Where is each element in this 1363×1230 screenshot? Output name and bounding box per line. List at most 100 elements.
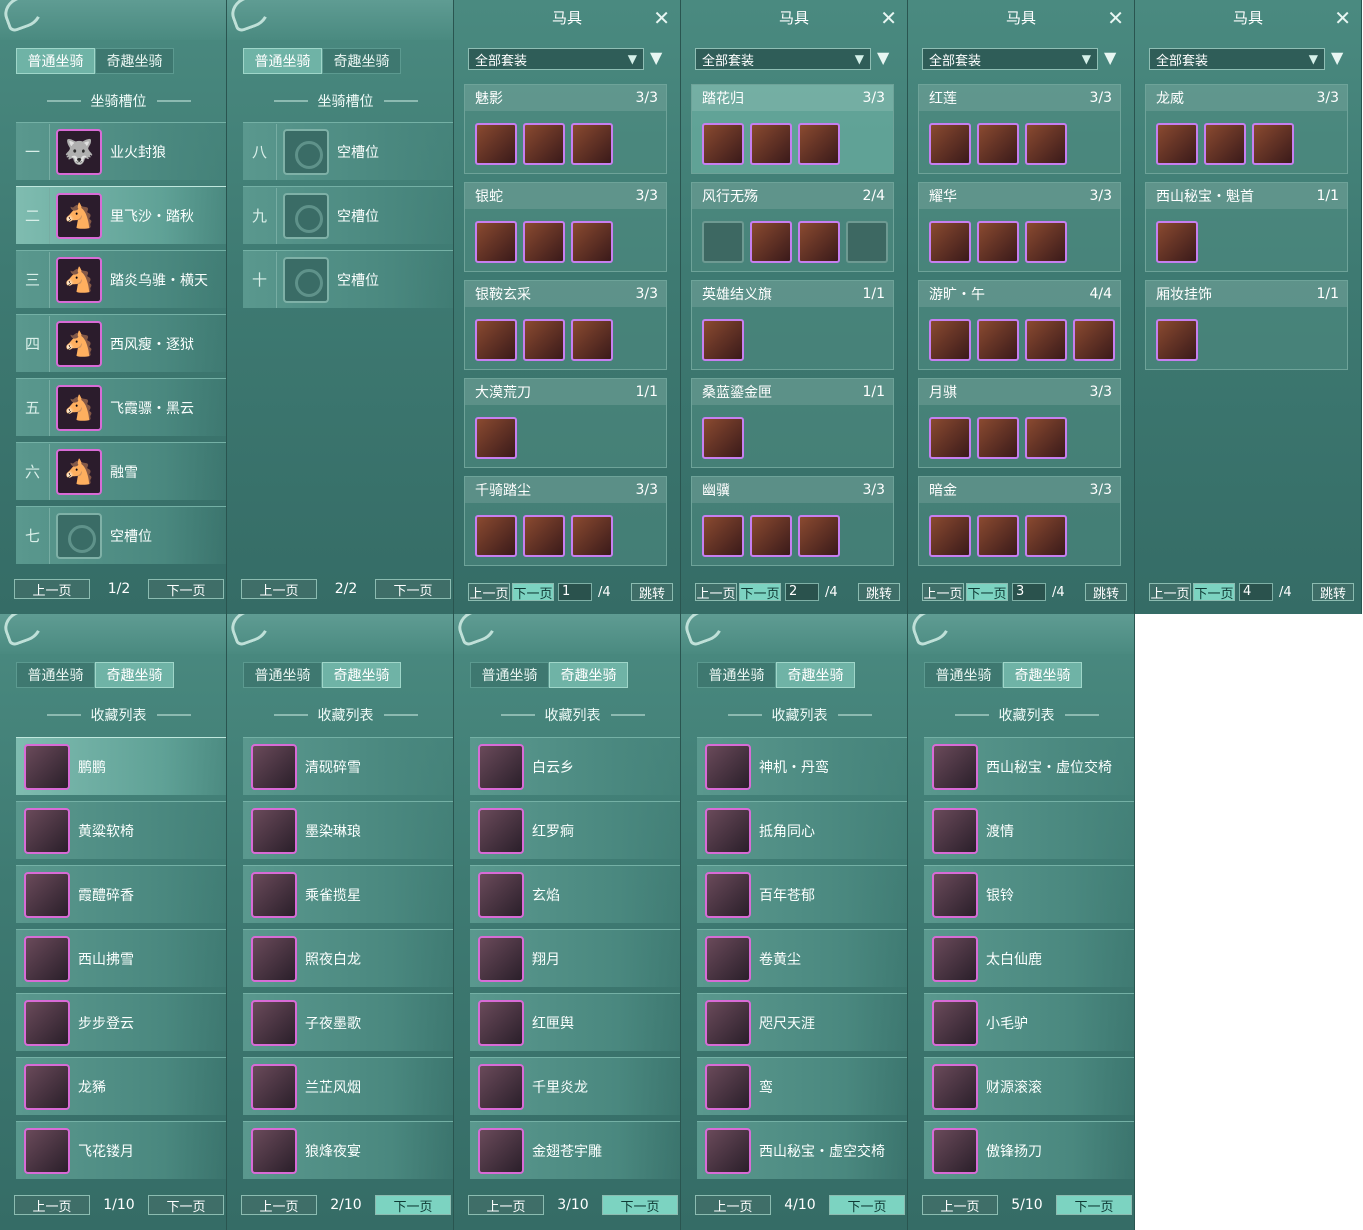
collection-row[interactable]: 西山拂雪: [16, 929, 226, 987]
next-page-button[interactable]: 下一页: [739, 583, 781, 602]
tab-normal-mount[interactable]: 普通坐骑: [243, 48, 322, 74]
collection-row[interactable]: 狼烽夜宴: [243, 1121, 453, 1179]
gear-item-icon[interactable]: [523, 221, 565, 263]
collection-row[interactable]: 渡情: [924, 801, 1134, 859]
gear-item-icon[interactable]: [702, 319, 744, 361]
gear-item-icon[interactable]: [977, 417, 1019, 459]
gear-item-icon[interactable]: [929, 123, 971, 165]
empty-gear-slot-icon[interactable]: [846, 221, 888, 263]
page-input[interactable]: 3: [1012, 583, 1046, 601]
gear-set-card[interactable]: 幽骥 3/3: [691, 476, 894, 566]
tab-normal-mount[interactable]: 普通坐骑: [16, 48, 95, 74]
prev-page-button[interactable]: 上一页: [468, 1195, 544, 1215]
collection-row[interactable]: 百年苍郁: [697, 865, 907, 923]
gear-set-card[interactable]: 英雄结义旗 1/1: [691, 280, 894, 370]
tab-normal-mount[interactable]: 普通坐骑: [924, 662, 1003, 688]
gear-item-icon[interactable]: [475, 515, 517, 557]
prev-page-button[interactable]: 上一页: [468, 583, 510, 602]
gear-set-card[interactable]: 红莲 3/3: [918, 84, 1121, 174]
gear-set-card[interactable]: 银鞍玄采 3/3: [464, 280, 667, 370]
collection-row[interactable]: 财源滚滚: [924, 1057, 1134, 1115]
tab-normal-mount[interactable]: 普通坐骑: [470, 662, 549, 688]
collection-row[interactable]: 飞花镂月: [16, 1121, 226, 1179]
gear-item-icon[interactable]: [571, 319, 613, 361]
collection-row[interactable]: 清砚碎雪: [243, 737, 453, 795]
gear-item-icon[interactable]: [929, 221, 971, 263]
collection-row[interactable]: 黄粱软椅: [16, 801, 226, 859]
gear-set-card[interactable]: 大漠荒刀 1/1: [464, 378, 667, 468]
gear-item-icon[interactable]: [977, 515, 1019, 557]
mount-slot-row[interactable]: 一 🐺 业火封狼: [16, 122, 226, 180]
close-icon[interactable]: ✕: [1334, 6, 1351, 30]
gear-item-icon[interactable]: [571, 123, 613, 165]
collection-row[interactable]: 抵角同心: [697, 801, 907, 859]
gear-set-card[interactable]: 风行无殇 2/4: [691, 182, 894, 272]
set-filter-select[interactable]: 全部套装 ▼: [1149, 48, 1325, 70]
tab-fun-mount[interactable]: 奇趣坐骑: [549, 662, 628, 688]
gear-set-card[interactable]: 厢妆挂饰 1/1: [1145, 280, 1348, 370]
collection-row[interactable]: 西山秘宝・虚位交椅: [924, 737, 1134, 795]
tab-fun-mount[interactable]: 奇趣坐骑: [776, 662, 855, 688]
prev-page-button[interactable]: 上一页: [14, 1195, 90, 1215]
mount-slot-row[interactable]: 七 空槽位: [16, 506, 226, 564]
gear-set-card[interactable]: 西山秘宝・魁首 1/1: [1145, 182, 1348, 272]
close-icon[interactable]: ✕: [653, 6, 670, 30]
page-input[interactable]: 4: [1239, 583, 1273, 601]
collection-row[interactable]: 银铃: [924, 865, 1134, 923]
jump-button[interactable]: 跳转: [1312, 583, 1354, 602]
gear-item-icon[interactable]: [750, 221, 792, 263]
gear-set-card[interactable]: 暗金 3/3: [918, 476, 1121, 566]
tab-fun-mount[interactable]: 奇趣坐骑: [1003, 662, 1082, 688]
collection-row[interactable]: 傲锋扬刀: [924, 1121, 1134, 1179]
gear-item-icon[interactable]: [1025, 417, 1067, 459]
gear-item-icon[interactable]: [1252, 123, 1294, 165]
collection-row[interactable]: 卷黄尘: [697, 929, 907, 987]
gear-item-icon[interactable]: [1156, 123, 1198, 165]
next-page-button[interactable]: 下一页: [148, 579, 224, 599]
gear-item-icon[interactable]: [929, 417, 971, 459]
prev-page-button[interactable]: 上一页: [695, 1195, 771, 1215]
gear-item-icon[interactable]: [1204, 123, 1246, 165]
prev-page-button[interactable]: 上一页: [14, 579, 90, 599]
gear-item-icon[interactable]: [929, 319, 971, 361]
collection-row[interactable]: 西山秘宝・虚空交椅: [697, 1121, 907, 1179]
collection-row[interactable]: 霞醴碎香: [16, 865, 226, 923]
gear-item-icon[interactable]: [1025, 123, 1067, 165]
gear-item-icon[interactable]: [571, 221, 613, 263]
prev-page-button[interactable]: 上一页: [922, 1195, 998, 1215]
close-icon[interactable]: ✕: [880, 6, 897, 30]
gear-item-icon[interactable]: [798, 221, 840, 263]
jump-button[interactable]: 跳转: [1085, 583, 1127, 602]
set-filter-select[interactable]: 全部套装 ▼: [468, 48, 644, 70]
collection-row[interactable]: 小毛驴: [924, 993, 1134, 1051]
gear-item-icon[interactable]: [702, 417, 744, 459]
tab-fun-mount[interactable]: 奇趣坐骑: [95, 662, 174, 688]
gear-set-card[interactable]: 耀华 3/3: [918, 182, 1121, 272]
gear-set-card[interactable]: 千骑踏尘 3/3: [464, 476, 667, 566]
collection-row[interactable]: 神机・丹鸾: [697, 737, 907, 795]
collection-row[interactable]: 红匣舆: [470, 993, 680, 1051]
next-page-button[interactable]: 下一页: [1193, 583, 1235, 602]
gear-item-icon[interactable]: [702, 123, 744, 165]
collection-row[interactable]: 金翅苍宇雕: [470, 1121, 680, 1179]
gear-set-card[interactable]: 踏花归 3/3: [691, 84, 894, 174]
gear-item-icon[interactable]: [702, 515, 744, 557]
tab-fun-mount[interactable]: 奇趣坐骑: [322, 662, 401, 688]
tab-normal-mount[interactable]: 普通坐骑: [697, 662, 776, 688]
gear-item-icon[interactable]: [523, 319, 565, 361]
gear-item-icon[interactable]: [750, 123, 792, 165]
collection-row[interactable]: 乘雀揽星: [243, 865, 453, 923]
next-page-button[interactable]: 下一页: [601, 1195, 678, 1215]
filter-icon[interactable]: ▼: [1104, 48, 1116, 67]
collection-row[interactable]: 墨染琳琅: [243, 801, 453, 859]
prev-page-button[interactable]: 上一页: [1149, 583, 1191, 602]
tab-fun-mount[interactable]: 奇趣坐骑: [322, 48, 401, 74]
collection-row[interactable]: 太白仙鹿: [924, 929, 1134, 987]
gear-item-icon[interactable]: [798, 515, 840, 557]
gear-item-icon[interactable]: [1025, 221, 1067, 263]
filter-icon[interactable]: ▼: [650, 48, 662, 67]
collection-row[interactable]: 鹏鹏: [16, 737, 226, 795]
next-page-button[interactable]: 下一页: [147, 1195, 224, 1215]
gear-set-card[interactable]: 月骐 3/3: [918, 378, 1121, 468]
gear-item-icon[interactable]: [523, 123, 565, 165]
